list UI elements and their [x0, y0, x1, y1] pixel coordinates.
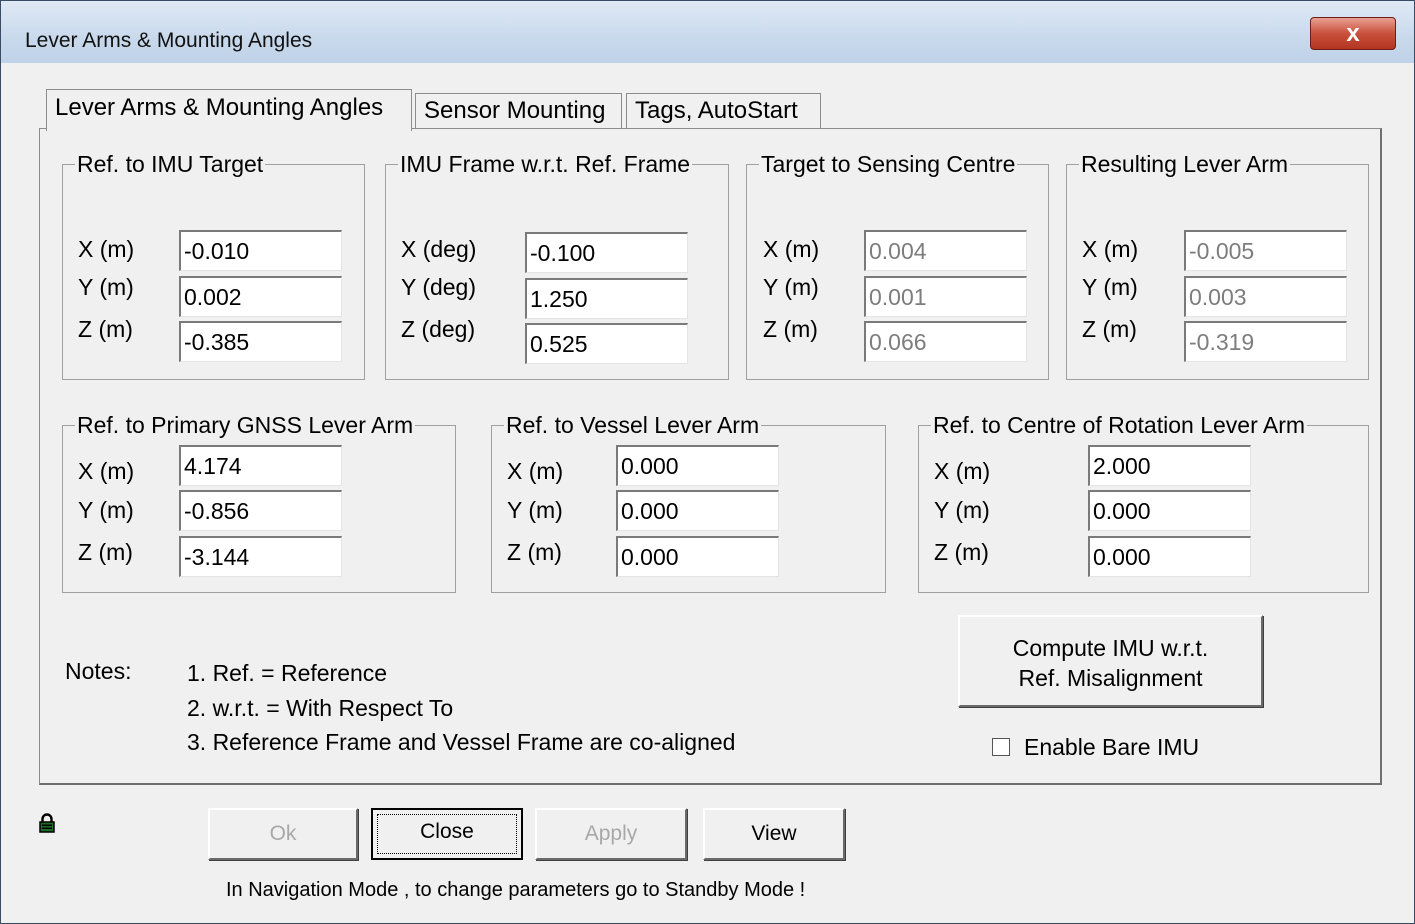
gnss-x-input[interactable]: 4.174 — [179, 445, 342, 486]
z-label: Z (m) — [1082, 316, 1137, 342]
target-sensing-y-field: 0.001 — [864, 276, 1027, 317]
x-label: X (m) — [507, 458, 564, 484]
group-title: Target to Sensing Centre — [759, 151, 1018, 178]
vessel-y-input[interactable]: 0.000 — [616, 490, 779, 531]
target-sensing-z-field: 0.066 — [864, 321, 1027, 362]
group-title: Ref. to Primary GNSS Lever Arm — [75, 412, 416, 439]
vessel-x-input[interactable]: 0.000 — [616, 445, 779, 486]
resulting-z-field: -0.319 — [1184, 321, 1347, 362]
resulting-x-field: -0.005 — [1184, 230, 1347, 271]
tab-label: Lever Arms & Mounting Angles — [55, 94, 384, 121]
close-window-button[interactable]: x — [1310, 17, 1396, 50]
group-title: Ref. to Vessel Lever Arm — [504, 412, 762, 439]
compute-imu-misalignment-button[interactable]: Compute IMU w.r.t. Ref. Misalignment — [958, 615, 1263, 707]
notes-label: Notes: — [65, 658, 132, 684]
x-label: X (m) — [934, 458, 991, 484]
y-label: Y (m) — [1082, 274, 1138, 300]
z-label: Z (m) — [763, 316, 818, 342]
imu-target-x-input[interactable]: -0.010 — [179, 230, 342, 271]
group-title: Ref. to IMU Target — [75, 151, 266, 178]
imu-target-y-input[interactable]: 0.002 — [179, 276, 342, 317]
enable-bare-imu-checkbox[interactable] — [992, 738, 1010, 756]
group-title: Resulting Lever Arm — [1079, 151, 1291, 178]
close-button[interactable]: Close — [371, 808, 523, 860]
imu-frame-x-input[interactable]: -0.100 — [525, 232, 688, 273]
enable-bare-imu-label[interactable]: Enable Bare IMU — [1024, 734, 1199, 761]
imu-frame-y-input[interactable]: 1.250 — [525, 278, 688, 319]
tab-label: Sensor Mounting — [424, 97, 606, 124]
y-label: Y (m) — [78, 274, 134, 300]
tab-sensor-mounting[interactable]: Sensor Mounting — [415, 93, 622, 129]
window-title: Lever Arms & Mounting Angles — [25, 29, 313, 52]
note-item: 3. Reference Frame and Vessel Frame are … — [187, 729, 736, 755]
x-label: X (m) — [763, 236, 820, 262]
y-label: Y (m) — [78, 497, 134, 523]
z-label: Z (m) — [78, 539, 133, 565]
vessel-z-input[interactable]: 0.000 — [616, 536, 779, 577]
x-label: X (deg) — [401, 236, 477, 262]
compute-button-line2: Ref. Misalignment — [1018, 665, 1203, 691]
y-label: Y (m) — [507, 497, 563, 523]
ok-label: Ok — [269, 822, 297, 845]
tab-label: Tags, AutoStart — [635, 97, 798, 124]
compute-button-line1: Compute IMU w.r.t. — [1012, 635, 1209, 661]
resulting-y-field: 0.003 — [1184, 276, 1347, 317]
group-title: Ref. to Centre of Rotation Lever Arm — [931, 412, 1308, 439]
group-title: IMU Frame w.r.t. Ref. Frame — [398, 151, 693, 178]
y-label: Y (m) — [934, 497, 990, 523]
title-bar[interactable]: Lever Arms & Mounting Angles x — [1, 1, 1414, 63]
imu-target-z-input[interactable]: -0.385 — [179, 321, 342, 362]
target-sensing-x-field: 0.004 — [864, 230, 1027, 271]
y-label: Y (m) — [763, 274, 819, 300]
lock-icon — [39, 813, 55, 833]
view-label: View — [751, 822, 797, 845]
tab-tags-autostart[interactable]: Tags, AutoStart — [626, 93, 821, 129]
ok-button[interactable]: Ok — [208, 808, 358, 860]
x-label: X (m) — [78, 458, 135, 484]
status-message: In Navigation Mode , to change parameter… — [226, 879, 806, 901]
apply-button[interactable]: Apply — [535, 808, 687, 860]
z-label: Z (m) — [78, 316, 133, 342]
z-label: Z (m) — [507, 539, 562, 565]
view-button[interactable]: View — [703, 808, 845, 860]
x-label: X (m) — [1082, 236, 1139, 262]
gnss-y-input[interactable]: -0.856 — [179, 490, 342, 531]
z-label: Z (m) — [934, 539, 989, 565]
note-item: 2. w.r.t. = With Respect To — [187, 695, 454, 721]
imu-frame-z-input[interactable]: 0.525 — [525, 323, 688, 364]
rotation-y-input[interactable]: 0.000 — [1088, 490, 1251, 531]
rotation-z-input[interactable]: 0.000 — [1088, 536, 1251, 577]
z-label: Z (deg) — [401, 316, 476, 342]
tab-lever-arms[interactable]: Lever Arms & Mounting Angles — [46, 89, 412, 131]
gnss-z-input[interactable]: -3.144 — [179, 536, 342, 577]
apply-label: Apply — [584, 822, 638, 845]
note-item: 1. Ref. = Reference — [187, 660, 388, 686]
y-label: Y (deg) — [401, 274, 477, 300]
dialog-window: Lever Arms & Mounting Angles x Lever Arm… — [0, 0, 1415, 924]
rotation-x-input[interactable]: 2.000 — [1088, 445, 1251, 486]
x-label: X (m) — [78, 236, 135, 262]
